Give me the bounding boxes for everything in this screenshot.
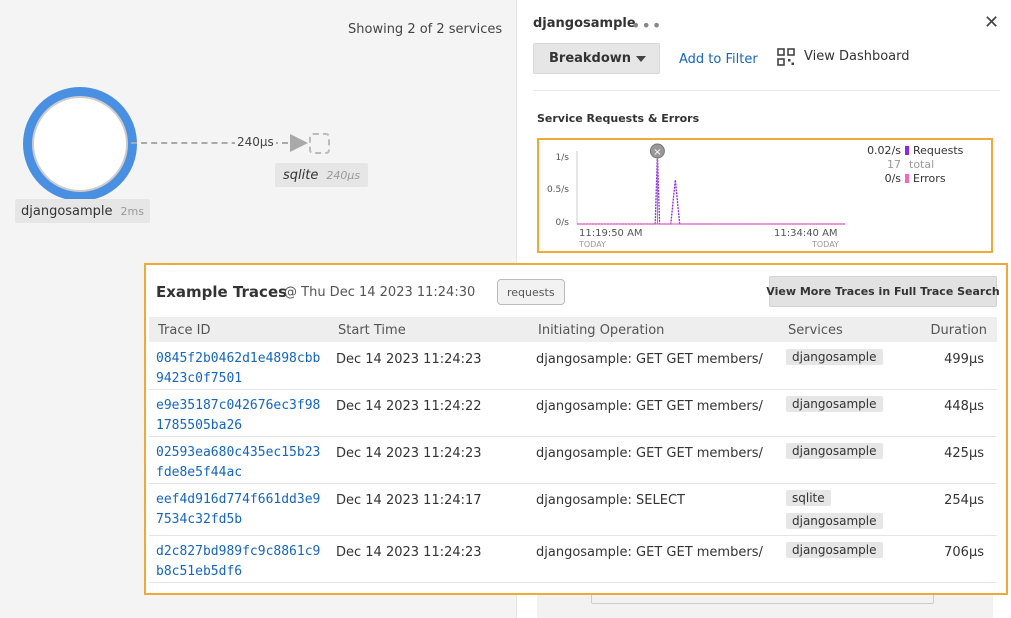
trace-operation: djangosample: SELECT — [536, 493, 685, 508]
service-node-sqlite[interactable] — [309, 133, 330, 154]
traces-timestamp: @ Thu Dec 14 2023 11:24:30 — [284, 285, 476, 300]
legend-requests[interactable]: 0.02/s Requests — [849, 143, 963, 157]
trace-duration: 448µs — [944, 399, 984, 414]
breakdown-dropdown[interactable]: Breakdown — [533, 43, 660, 74]
trace-id-link[interactable]: d2c827bd989fc9c8861c9b8c51eb5df6 — [156, 542, 321, 582]
trace-duration: 706µs — [944, 545, 984, 560]
trace-operation: djangosample: GET GET members/ — [536, 446, 763, 461]
errors-swatch — [905, 173, 909, 183]
trace-id-link[interactable]: 02593ea680c435ec15b23fde8e5f44ac — [156, 443, 321, 483]
y-tick-label: 0/s — [555, 218, 569, 228]
service-tag[interactable]: djangosample — [786, 349, 883, 365]
service-tag[interactable]: sqlite — [786, 490, 831, 506]
djangosample-node-latency: 2ms — [120, 204, 144, 218]
trace-services: djangosample — [786, 396, 883, 412]
legend-requests-total: 17 total — [849, 157, 963, 171]
section-title: Service Requests & Errors — [537, 112, 700, 125]
trace-services: djangosample — [786, 542, 883, 558]
chart-legend: 0.02/s Requests 17 total 0/s Errors — [849, 143, 963, 185]
add-to-filter-link[interactable]: Add to Filter — [679, 52, 758, 67]
traces-metric-badge: requests — [497, 279, 565, 305]
table-row[interactable]: 0845f2b0462d1e4898cbb9423c0f7501 Dec 14 2… — [149, 343, 997, 390]
requests-errors-chart: × 1/s 0.5/s 0/s 11:19:50 AM TODAY 11:34:… — [537, 138, 993, 253]
breakdown-label: Breakdown — [549, 51, 632, 66]
table-row[interactable]: e9e35187c042676ec3f981785505ba26 Dec 14 2… — [149, 390, 997, 437]
y-tick-label: 0.5/s — [546, 185, 569, 195]
x-tick-sublabel: TODAY — [579, 240, 606, 249]
column-header-duration[interactable]: Duration — [931, 323, 987, 338]
hover-marker-x-icon: × — [653, 147, 661, 158]
caret-down-icon — [636, 56, 646, 62]
requests-swatch — [905, 145, 909, 155]
example-traces-card: Example Traces @ Thu Dec 14 2023 11:24:3… — [144, 263, 1008, 595]
trace-operation: djangosample: GET GET members/ — [536, 399, 763, 414]
djangosample-node-name: djangosample — [21, 203, 113, 219]
trace-duration: 499µs — [944, 352, 984, 367]
sqlite-node-label[interactable]: sqlite 240µs — [275, 163, 369, 187]
edge-arrow-icon — [290, 134, 308, 152]
trace-services: sqlite djangosample — [786, 490, 883, 529]
service-tag[interactable]: djangosample — [786, 513, 883, 529]
dashboard-icon[interactable] — [777, 48, 795, 66]
panel-input[interactable] — [591, 594, 934, 604]
close-icon[interactable]: ✕ — [984, 12, 999, 33]
djangosample-node-label[interactable]: djangosample 2ms — [15, 199, 150, 223]
trace-duration: 425µs — [944, 446, 984, 461]
more-horizontal-icon[interactable]: ••• — [631, 16, 662, 35]
service-tag[interactable]: djangosample — [786, 396, 883, 412]
trace-operation: djangosample: GET GET members/ — [536, 545, 763, 560]
service-node-inner — [32, 96, 128, 192]
traces-table-header: Trace ID Start Time Initiating Operation… — [149, 317, 997, 342]
trace-start-time: Dec 14 2023 11:24:22 — [336, 399, 482, 414]
column-header-services[interactable]: Services — [788, 323, 843, 338]
edge-latency-label: 240µs — [235, 135, 276, 149]
trace-operation: djangosample: GET GET members/ — [536, 352, 763, 367]
traces-title: Example Traces — [156, 283, 288, 301]
panel-title: djangosample — [533, 16, 636, 31]
x-tick-label: 11:19:50 AM — [579, 228, 643, 239]
x-tick-label: 11:34:40 AM — [774, 228, 838, 239]
trace-services: djangosample — [786, 443, 883, 459]
legend-errors[interactable]: 0/s Errors — [849, 171, 963, 185]
requests-total-label: total — [909, 157, 935, 171]
table-row[interactable]: eef4d916d774f661dd3e97534c32fd5b Dec 14 2… — [149, 484, 997, 536]
trace-id-link[interactable]: eef4d916d774f661dd3e97534c32fd5b — [156, 490, 321, 530]
trace-start-time: Dec 14 2023 11:24:23 — [336, 446, 482, 461]
trace-duration: 254µs — [944, 493, 984, 508]
requests-rate: 0.02/s — [867, 143, 901, 157]
sqlite-node-latency: 240µs — [326, 168, 361, 182]
view-more-traces-button[interactable]: View More Traces in Full Trace Search — [766, 276, 1000, 307]
service-tag[interactable]: djangosample — [786, 443, 883, 459]
trace-id-link[interactable]: 0845f2b0462d1e4898cbb9423c0f7501 — [156, 349, 321, 389]
trace-start-time: Dec 14 2023 11:24:23 — [336, 352, 482, 367]
view-dashboard-link[interactable]: View Dashboard — [804, 49, 910, 64]
table-row[interactable]: d2c827bd989fc9c8861c9b8c51eb5df6 Dec 14 2… — [149, 536, 997, 583]
trace-id-link[interactable]: e9e35187c042676ec3f981785505ba26 — [156, 396, 321, 436]
divider — [533, 90, 1000, 91]
trace-start-time: Dec 14 2023 11:24:17 — [336, 493, 482, 508]
services-count-text: Showing 2 of 2 services — [348, 22, 503, 37]
x-tick-sublabel: TODAY — [812, 240, 839, 249]
table-row[interactable]: 02593ea680c435ec15b23fde8e5f44ac Dec 14 2… — [149, 437, 997, 484]
requests-label: Requests — [913, 143, 964, 157]
column-header-operation[interactable]: Initiating Operation — [538, 323, 664, 338]
trace-start-time: Dec 14 2023 11:24:23 — [336, 545, 482, 560]
errors-label: Errors — [913, 171, 946, 185]
requests-total: 17 — [887, 157, 901, 171]
trace-services: djangosample — [786, 349, 883, 365]
column-header-start-time[interactable]: Start Time — [338, 323, 406, 338]
sqlite-node-name: sqlite — [283, 167, 319, 183]
service-tag[interactable]: djangosample — [786, 542, 883, 558]
errors-rate: 0/s — [884, 171, 901, 185]
service-node-djangosample[interactable] — [23, 87, 137, 201]
y-tick-label: 1/s — [555, 153, 569, 163]
series-line-requests — [577, 152, 845, 225]
column-header-trace-id[interactable]: Trace ID — [158, 323, 210, 338]
